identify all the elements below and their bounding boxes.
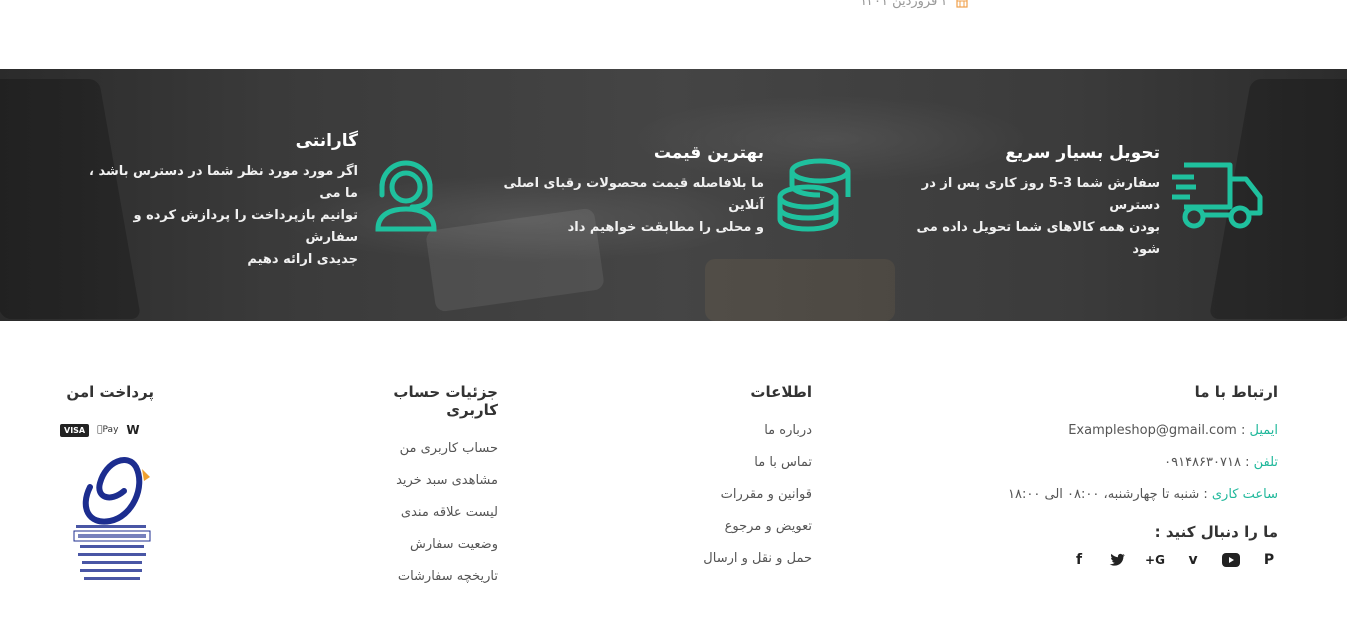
- hours-value: شنبه تا چهارشنبه، ۰۸:۰۰ الی ۱۸:۰۰: [1008, 487, 1200, 502]
- email-label: ایمیل: [1249, 423, 1278, 438]
- post-date-text: ۲ فروردین ۱۴۰۱: [860, 0, 949, 9]
- footer-link-order-history[interactable]: تاریخچه سفارشات: [340, 569, 498, 601]
- google-plus-icon[interactable]: G+: [1145, 551, 1165, 569]
- feature-title: گارانتی: [295, 131, 358, 151]
- social-links: P v G+ f: [990, 551, 1278, 569]
- support-agent-icon: [375, 160, 437, 232]
- footer-link-contact[interactable]: تماس با ما: [690, 455, 812, 487]
- payment-title: پرداخت امن: [66, 383, 154, 401]
- visa-icon: VISA: [60, 423, 90, 437]
- footer-info-column: اطلاعات درباره ما تماس با ما قوانین و مق…: [690, 383, 812, 583]
- feature-best-price: بهترین قیمت ما بلافاصله قیمت محصولات رقب…: [490, 143, 764, 239]
- account-title: جزئیات حساب کاربری: [393, 383, 498, 419]
- youtube-icon[interactable]: [1222, 551, 1240, 569]
- top-strip: ۲ فروردین ۱۴۰۱: [0, 0, 1347, 69]
- enamad-trust-seal[interactable]: [70, 447, 154, 587]
- contact-email: ایمیل : Exampleshop@gmail.com: [1068, 423, 1278, 438]
- contact-hours: ساعت کاری : شنبه تا چهارشنبه، ۰۸:۰۰ الی …: [1008, 487, 1278, 502]
- post-date: ۲ فروردین ۱۴۰۱: [860, 0, 969, 9]
- calendar-icon: [956, 0, 969, 8]
- info-title: اطلاعات: [750, 383, 812, 401]
- feature-text-line: بودن همه کالاهای شما تحویل داده می شود: [916, 220, 1160, 257]
- footer-link-terms[interactable]: قوانین و مقررات: [690, 487, 812, 519]
- footer-link-shipping[interactable]: حمل و نقل و ارسال: [690, 551, 812, 583]
- vimeo-icon[interactable]: v: [1184, 551, 1202, 569]
- contact-title: ارتباط با ما: [1194, 383, 1278, 401]
- follow-title: ما را دنبال کنید :: [1154, 523, 1278, 541]
- email-value[interactable]: Exampleshop@gmail.com: [1068, 423, 1237, 438]
- pinterest-icon[interactable]: P: [1260, 551, 1278, 569]
- footer-link-wishlist[interactable]: لیست علاقه مندی: [340, 505, 498, 537]
- feature-text-line: و محلی را مطابقت خواهیم داد: [567, 220, 764, 235]
- bag-shape: [705, 259, 895, 321]
- feature-text-line: اگر مورد مورد نظر شما در دسترس باشد ، ما…: [89, 164, 358, 201]
- feature-title: تحویل بسیار سریع: [1005, 143, 1160, 163]
- footer-link-order-status[interactable]: وضعیت سفارش: [340, 537, 498, 569]
- footer-payment-column: پرداخت امن W Pay VISA: [60, 383, 154, 591]
- feature-guarantee: گارانتی اگر مورد مورد نظر شما در دسترس ب…: [80, 131, 358, 271]
- footer-link-my-account[interactable]: حساب کاربری من: [340, 441, 498, 473]
- feature-text-line: ما بلافاصله قیمت محصولات رقبای اصلی آنلا…: [503, 176, 764, 213]
- footer-link-about[interactable]: درباره ما: [690, 423, 812, 455]
- feature-title: بهترین قیمت: [653, 143, 764, 163]
- feature-fast-delivery: تحویل بسیار سریع سفارش شما 3-5 روز کاری …: [900, 143, 1160, 261]
- phone-label: تلفن: [1253, 455, 1278, 470]
- footer-contact-column: ارتباط با ما ایمیل : Exampleshop@gmail.c…: [990, 383, 1278, 569]
- coins-stack-icon: [777, 158, 851, 232]
- twitter-icon[interactable]: [1108, 551, 1126, 569]
- hours-label: ساعت کاری: [1211, 487, 1278, 502]
- contact-phone: تلفن : ۰۹۱۴۸۶۳۰۷۱۸: [1164, 455, 1278, 470]
- wallet-icon: W: [126, 423, 140, 437]
- facebook-icon[interactable]: f: [1070, 551, 1088, 569]
- feature-text-line: جدیدی ارائه دهیم: [247, 252, 358, 267]
- phone-value[interactable]: ۰۹۱۴۸۶۳۰۷۱۸: [1164, 455, 1241, 470]
- footer-account-column: جزئیات حساب کاربری حساب کاربری من مشاهدی…: [340, 383, 498, 601]
- delivery-truck-icon: [1172, 162, 1263, 229]
- payment-badges: W Pay VISA: [60, 423, 154, 437]
- features-banner: تحویل بسیار سریع سفارش شما 3-5 روز کاری …: [0, 69, 1347, 321]
- feature-text-line: توانیم بازپرداخت را پردازش کرده و سفارش: [133, 208, 358, 245]
- footer-link-returns[interactable]: تعویض و مرجوع: [690, 519, 812, 551]
- footer-link-view-cart[interactable]: مشاهدی سبد خرید: [340, 473, 498, 505]
- site-footer: ارتباط با ما ایمیل : Exampleshop@gmail.c…: [0, 321, 1347, 625]
- feature-text-line: سفارش شما 3-5 روز کاری پس از در دسترس: [921, 176, 1160, 213]
- apple-pay-icon: Pay: [97, 425, 118, 435]
